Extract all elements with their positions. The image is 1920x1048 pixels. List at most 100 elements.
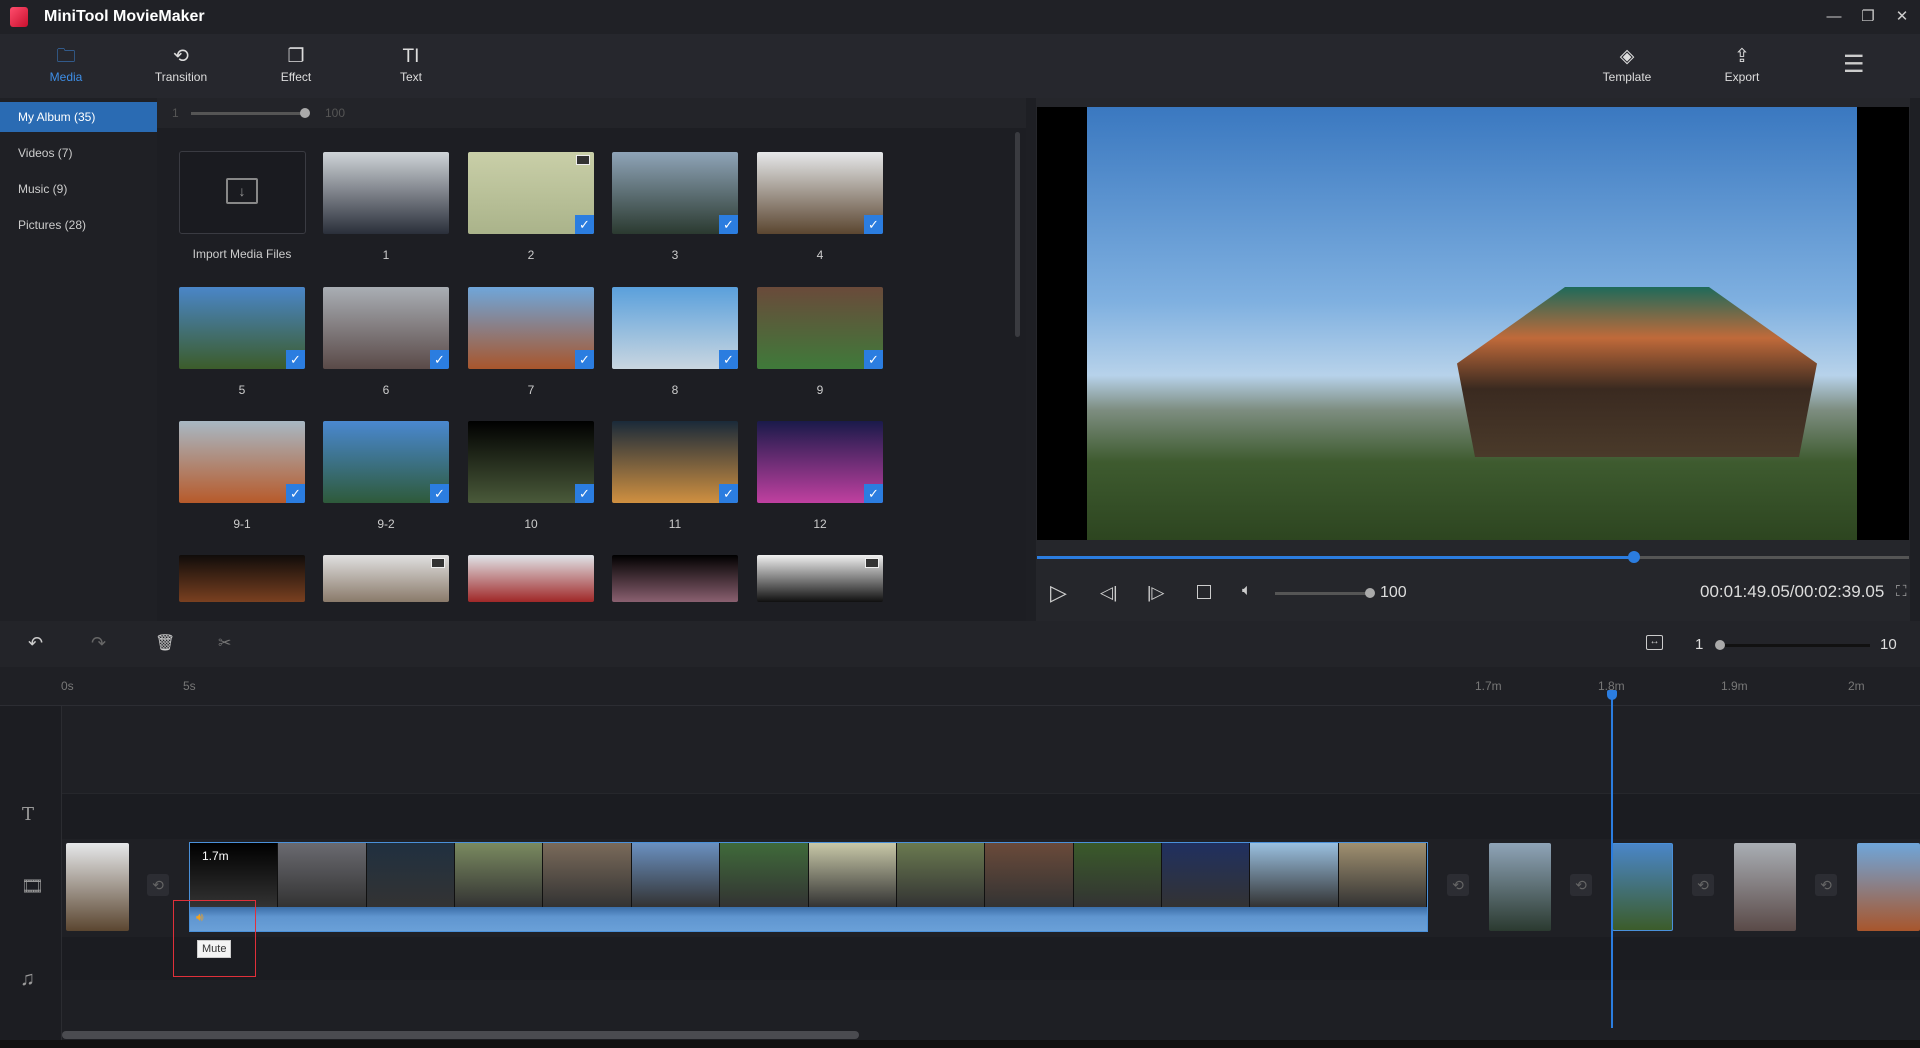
media-label: 9-2 bbox=[377, 517, 395, 531]
timeline-clip[interactable] bbox=[66, 843, 129, 931]
media-thumbnail[interactable]: ✓ bbox=[612, 152, 738, 234]
size-max: 100 bbox=[325, 106, 346, 120]
transition-slot-icon[interactable]: ⟲ bbox=[147, 874, 169, 896]
fullscreen-icon[interactable]: ⛶ bbox=[1896, 583, 1907, 600]
ruler-tick: 1.9m bbox=[1721, 679, 1748, 693]
clip-duration: 1.7m bbox=[202, 849, 229, 863]
video-badge-icon bbox=[431, 558, 445, 568]
timeline-clip[interactable] bbox=[1489, 843, 1551, 931]
timeline-clip[interactable] bbox=[1612, 843, 1673, 931]
media-thumbnail[interactable]: ✓ bbox=[323, 287, 449, 369]
volume-handle[interactable] bbox=[1365, 588, 1375, 598]
checkmark-icon: ✓ bbox=[286, 484, 305, 503]
volume-slider[interactable] bbox=[1275, 588, 1375, 598]
time-display: 00:01:49.05/00:02:39.05 bbox=[1700, 582, 1885, 601]
fit-timeline-icon[interactable]: ↔ bbox=[1646, 635, 1663, 650]
template-button[interactable]: ◈ Template bbox=[1582, 34, 1672, 98]
album-sidebar: My Album (35) Videos (7) Music (9) Pictu… bbox=[0, 98, 157, 621]
export-button[interactable]: ⇪ Export bbox=[1697, 34, 1787, 98]
media-label: 7 bbox=[527, 383, 535, 397]
undo-icon[interactable]: ↶ bbox=[28, 633, 43, 654]
timeline-playhead[interactable] bbox=[1611, 692, 1613, 1028]
media-thumbnail[interactable]: ✓ bbox=[757, 152, 883, 234]
sidebar-item-videos[interactable]: Videos (7) bbox=[0, 138, 157, 168]
playhead-marker[interactable] bbox=[1607, 690, 1617, 700]
playback-progress-fill bbox=[1037, 556, 1635, 559]
ruler-tick: 1.7m bbox=[1475, 679, 1502, 693]
close-button[interactable]: ✕ bbox=[1890, 5, 1914, 29]
media-thumbnail[interactable]: ✓ bbox=[612, 287, 738, 369]
media-label: 9 bbox=[816, 383, 824, 397]
redo-icon[interactable]: ↷ bbox=[91, 633, 106, 654]
play-button[interactable]: ▷ bbox=[1050, 580, 1067, 606]
app-logo bbox=[10, 7, 28, 27]
timeline-clip[interactable] bbox=[1857, 843, 1920, 931]
media-thumbnail[interactable]: ✓ bbox=[468, 152, 594, 234]
media-label: 11 bbox=[668, 517, 682, 531]
timeline-zoom-slider[interactable] bbox=[1715, 640, 1870, 650]
media-thumbnail[interactable] bbox=[323, 152, 449, 234]
minimize-button[interactable]: — bbox=[1822, 5, 1846, 29]
media-thumbnail[interactable]: ✓ bbox=[612, 421, 738, 503]
media-thumbnail[interactable] bbox=[757, 555, 883, 602]
volume-icon[interactable]: 🔈︎ bbox=[1242, 582, 1252, 600]
tab-effect[interactable]: ❐ Effect bbox=[251, 34, 341, 98]
sidebar-item-music[interactable]: Music (9) bbox=[0, 174, 157, 204]
media-thumbnail[interactable] bbox=[323, 555, 449, 602]
checkmark-icon: ✓ bbox=[430, 350, 449, 369]
media-label: 5 bbox=[238, 383, 246, 397]
volume-value: 100 bbox=[1380, 584, 1407, 601]
media-thumbnail[interactable]: ✓ bbox=[468, 287, 594, 369]
media-thumbnail[interactable] bbox=[468, 555, 594, 602]
import-folder-icon: ↓ bbox=[226, 178, 258, 204]
checkmark-icon: ✓ bbox=[719, 350, 738, 369]
tab-transition[interactable]: ⟲ Transition bbox=[136, 34, 226, 98]
mute-tooltip: Mute bbox=[197, 940, 232, 958]
previous-frame-button[interactable]: ◁| bbox=[1100, 583, 1118, 603]
transition-slot-icon[interactable]: ⟲ bbox=[1815, 874, 1837, 896]
text-track[interactable] bbox=[62, 793, 1920, 839]
tab-media[interactable]: 🗀 Media bbox=[21, 34, 111, 98]
music-track-icon: ♫ bbox=[20, 968, 35, 990]
media-thumbnail[interactable]: ✓ bbox=[757, 421, 883, 503]
timeline-scrollbar[interactable] bbox=[62, 1031, 859, 1039]
split-icon[interactable]: ✂ bbox=[218, 633, 231, 653]
maximize-button[interactable]: ❐ bbox=[1856, 5, 1880, 29]
next-frame-button[interactable]: |▷ bbox=[1147, 583, 1165, 603]
slider-handle[interactable] bbox=[300, 108, 310, 118]
media-label: 3 bbox=[671, 248, 679, 262]
transition-slot-icon[interactable]: ⟲ bbox=[1447, 874, 1469, 896]
media-thumbnail[interactable] bbox=[612, 555, 738, 602]
playback-progress-track[interactable] bbox=[1037, 551, 1909, 563]
stop-button[interactable] bbox=[1197, 585, 1211, 599]
music-track[interactable] bbox=[62, 937, 1920, 980]
media-thumbnail[interactable]: ✓ bbox=[757, 287, 883, 369]
media-thumbnail[interactable]: ✓ bbox=[468, 421, 594, 503]
sidebar-item-pictures[interactable]: Pictures (28) bbox=[0, 210, 157, 240]
filmstrip-frame bbox=[985, 843, 1074, 907]
media-thumbnail[interactable]: ✓ bbox=[179, 421, 305, 503]
media-label: 8 bbox=[671, 383, 679, 397]
sidebar-item-my-album[interactable]: My Album (35) bbox=[0, 102, 157, 132]
media-thumbnail[interactable]: ✓ bbox=[179, 287, 305, 369]
media-scrollbar[interactable] bbox=[1015, 132, 1020, 337]
import-label: Import Media Files bbox=[192, 247, 292, 261]
transition-slot-icon[interactable]: ⟲ bbox=[1692, 874, 1714, 896]
timeline-ruler[interactable]: 0s 5s 1.7m 1.8m 1.9m 2m bbox=[0, 667, 1920, 706]
media-thumbnail[interactable] bbox=[179, 555, 305, 602]
thumbnail-size-slider[interactable] bbox=[191, 112, 307, 115]
transition-slot-icon[interactable]: ⟲ bbox=[1570, 874, 1592, 896]
checkmark-icon: ✓ bbox=[864, 215, 883, 234]
selected-video-clip[interactable]: 1.7m 🔊︎ bbox=[189, 842, 1428, 932]
tab-text[interactable]: TI Text bbox=[366, 34, 456, 98]
media-thumbnail[interactable]: ✓ bbox=[323, 421, 449, 503]
media-label: 12 bbox=[813, 517, 827, 531]
delete-icon[interactable]: 🗑︎ bbox=[155, 633, 175, 653]
media-label: 10 bbox=[524, 517, 538, 531]
import-media-button[interactable]: ↓ bbox=[179, 151, 306, 234]
timeline-clip[interactable] bbox=[1734, 843, 1796, 931]
zoom-handle[interactable] bbox=[1715, 640, 1725, 650]
checkmark-icon: ✓ bbox=[430, 484, 449, 503]
filmstrip-frame bbox=[896, 843, 986, 907]
menu-icon[interactable]: ☰ bbox=[1843, 50, 1865, 79]
